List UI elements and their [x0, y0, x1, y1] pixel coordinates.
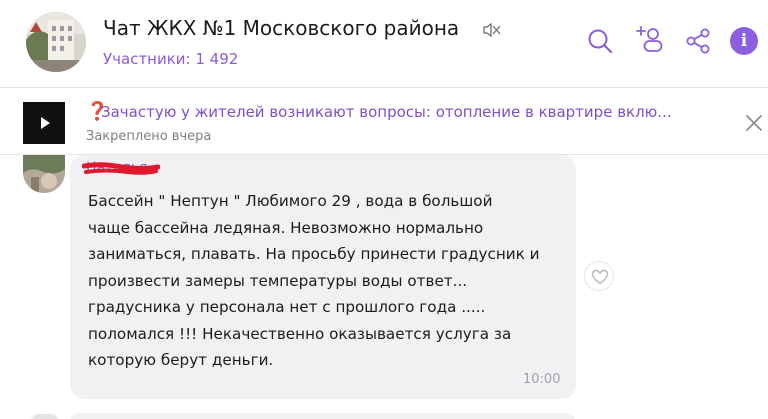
heart-icon: [591, 269, 609, 285]
video-thumbnail[interactable]: [23, 102, 65, 144]
members-count[interactable]: Участники: 1 492: [103, 50, 238, 68]
add-member-icon[interactable]: [635, 24, 665, 54]
info-icon[interactable]: i: [730, 27, 758, 55]
close-icon[interactable]: [744, 113, 764, 133]
play-icon: [41, 117, 50, 129]
chat-header: Чат ЖКХ №1 Московского района Участники:…: [0, 0, 768, 88]
message-line: заниматься, плавать. На просьбу принести…: [88, 245, 540, 263]
message-line: которую берут деньги.: [88, 351, 274, 369]
next-message-bubble[interactable]: [70, 413, 576, 419]
chat-title: Чат ЖКХ №1 Московского района: [103, 16, 460, 40]
share-icon[interactable]: [683, 26, 713, 56]
message-line: поломался !!! Некачественно оказывается …: [88, 324, 512, 343]
message-line: Бассейн " Нептун " Любимого 29 , вода в …: [88, 192, 493, 210]
search-icon[interactable]: [585, 26, 615, 56]
message-line: произвести замеры температуры воды ответ…: [88, 271, 468, 290]
message-time: 10:00: [523, 372, 561, 387]
like-button[interactable]: [584, 261, 614, 291]
sender-avatar[interactable]: [23, 155, 65, 193]
pinned-text[interactable]: Зачастую у жителей возникают вопросы: от…: [101, 103, 719, 121]
pinned-message[interactable]: ❓ Зачастую у жителей возникают вопросы: …: [0, 89, 768, 155]
redaction-scribble: [82, 162, 160, 175]
next-sender-avatar[interactable]: [30, 414, 60, 419]
muted-bell-icon: [483, 22, 501, 38]
chat-screen: Чат ЖКХ №1 Московского района Участники:…: [0, 0, 768, 419]
chat-avatar[interactable]: [26, 12, 86, 72]
message-line: градусника у персонала нет с прошлого го…: [88, 298, 486, 316]
pinned-subtitle: Закреплено вчера: [86, 129, 212, 144]
message-text: Бассейн " Нептун " Любимого 29 , вода в …: [88, 188, 570, 374]
message-line: чаще бассейна ледяная. Невозможно нормал…: [88, 218, 484, 237]
